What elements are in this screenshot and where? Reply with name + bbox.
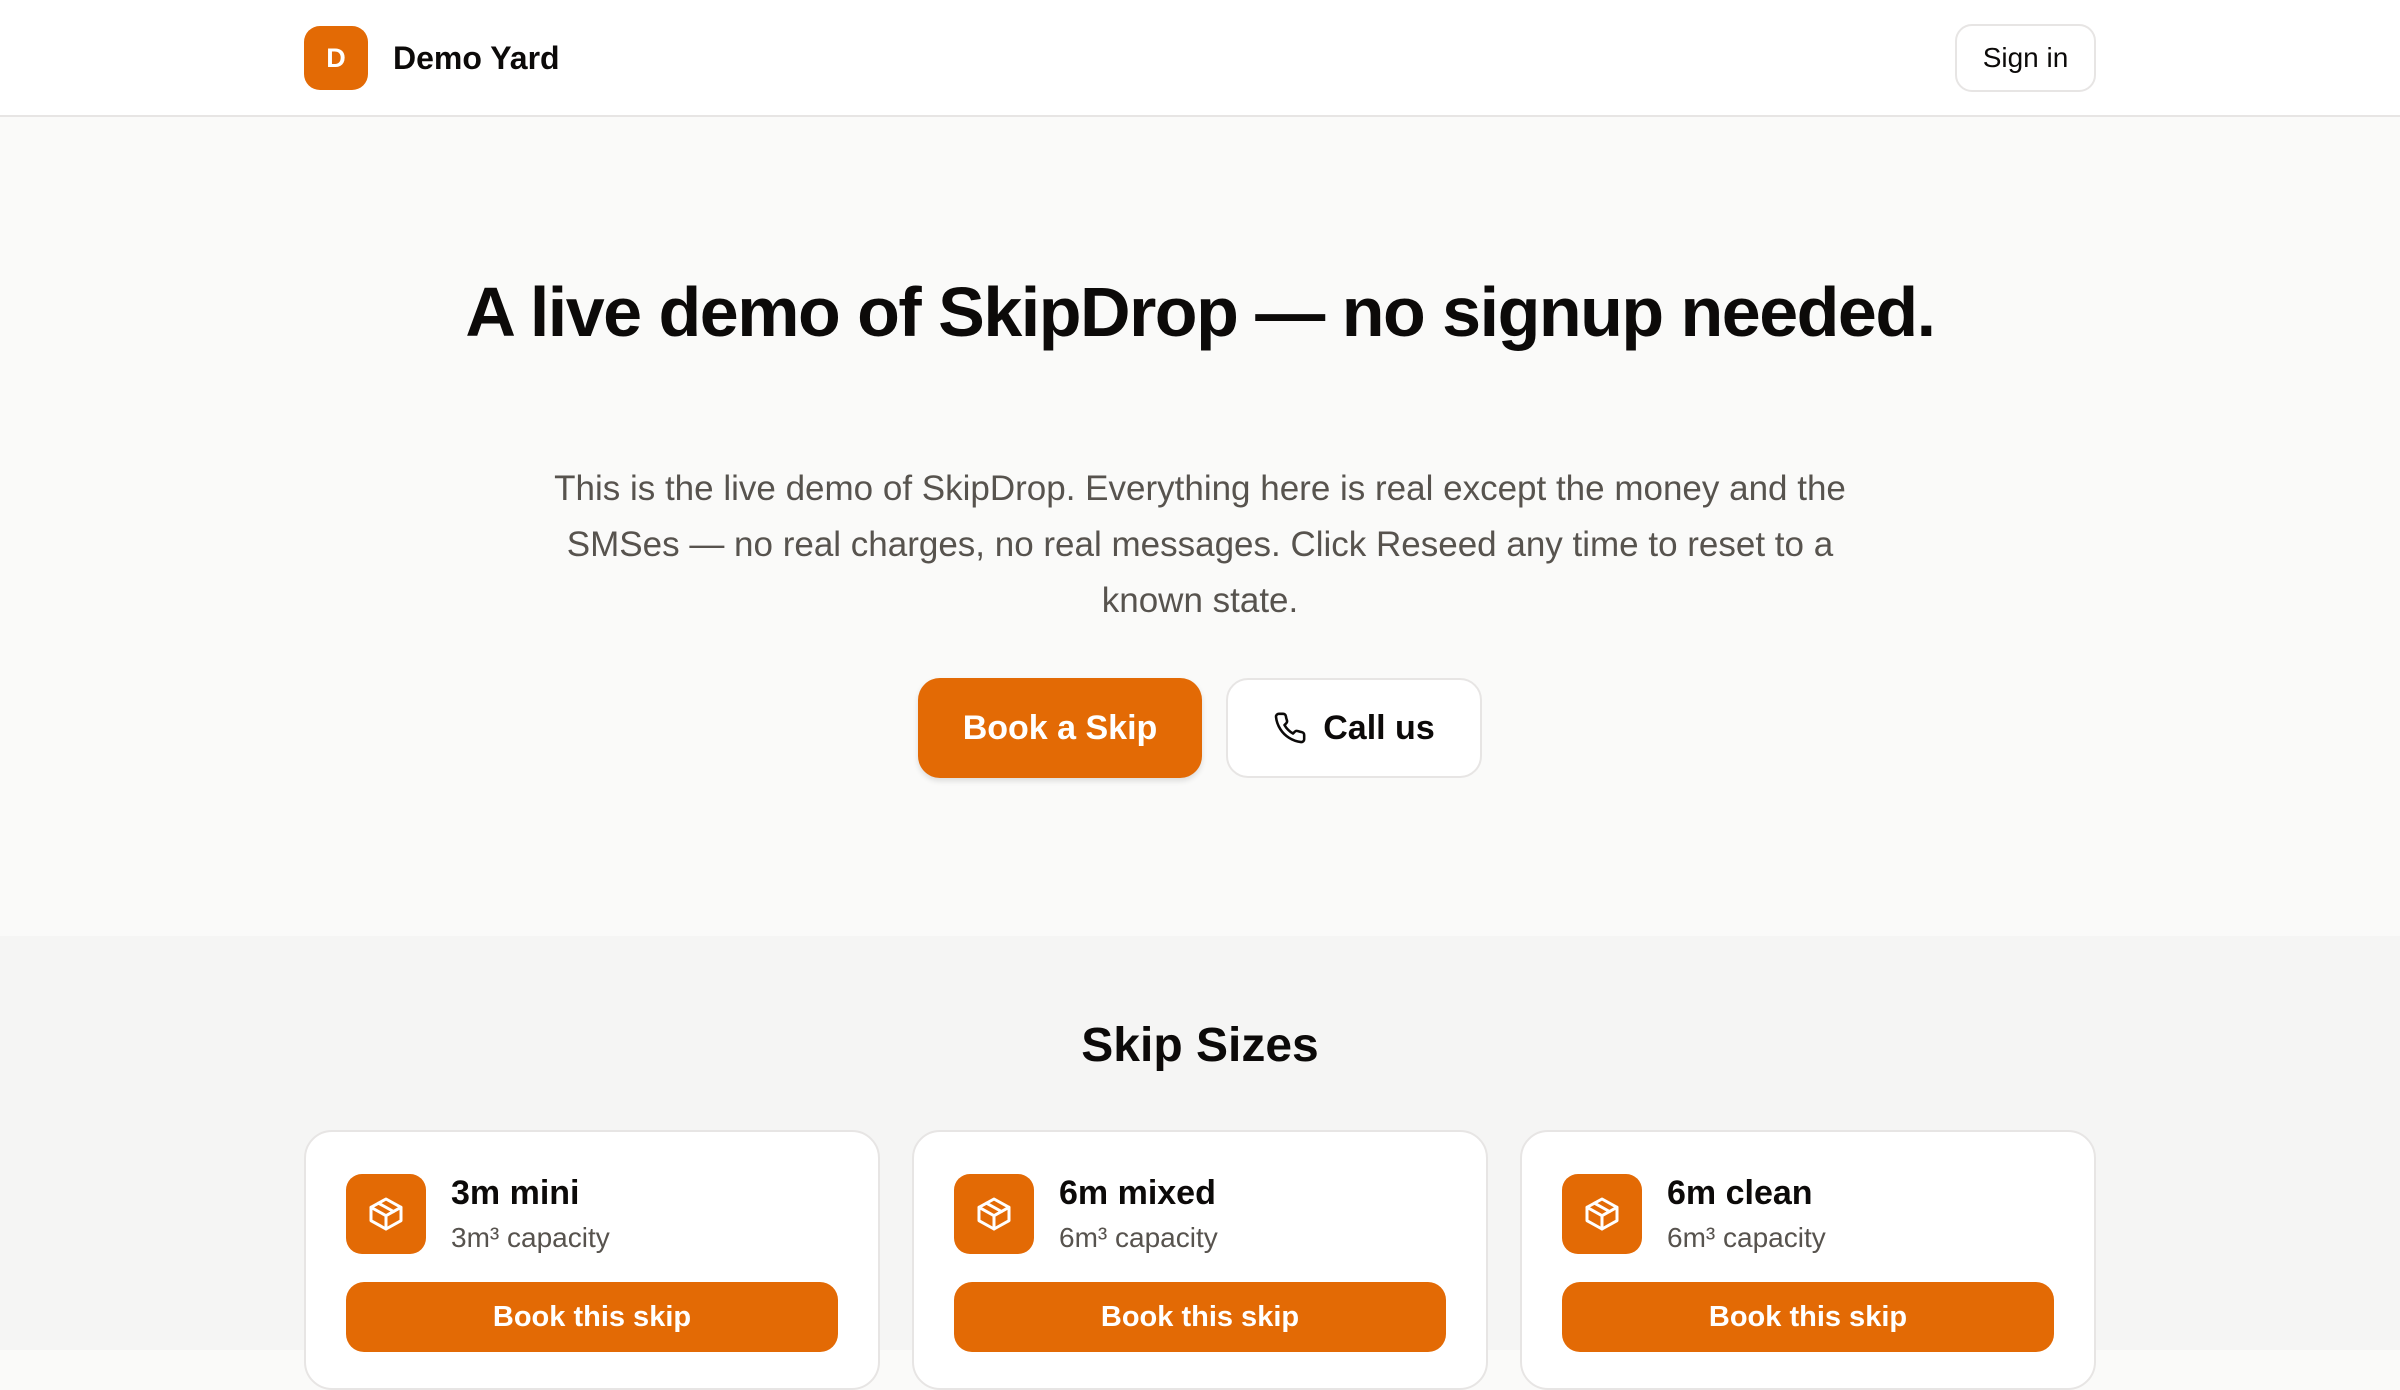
skip-name: 6m mixed — [1059, 1174, 1216, 1212]
book-this-skip-button[interactable]: Book this skip — [1562, 1282, 2054, 1352]
hero-subtitle: This is the live demo of SkipDrop. Every… — [554, 469, 1846, 620]
box-icon — [1562, 1174, 1642, 1254]
skip-sizes-section: Skip Sizes 3m mini 3m³ capacity Book thi… — [0, 936, 2400, 1390]
skip-card-6m-clean: 6m clean 6m³ capacity Book this skip — [1520, 1130, 2096, 1390]
call-us-button[interactable]: Call us — [1226, 678, 1482, 778]
section-title: Skip Sizes — [1081, 1019, 1319, 1072]
skip-capacity: 6m³ capacity — [1059, 1222, 1218, 1253]
skip-card-6m-mixed: 6m mixed 6m³ capacity Book this skip — [912, 1130, 1488, 1390]
call-us-label: Call us — [1323, 708, 1435, 747]
brand-name: Demo Yard — [393, 39, 560, 76]
box-icon — [346, 1174, 426, 1254]
phone-icon — [1273, 711, 1307, 745]
skip-capacity: 3m³ capacity — [451, 1222, 610, 1253]
box-icon — [954, 1174, 1034, 1254]
site-header: D Demo Yard Sign in — [0, 0, 2400, 117]
skip-card-3m-mini: 3m mini 3m³ capacity Book this skip — [304, 1130, 880, 1390]
hero-title: A live demo of SkipDrop — no signup need… — [465, 273, 1936, 351]
sign-in-button[interactable]: Sign in — [1955, 24, 2096, 92]
book-this-skip-button[interactable]: Book this skip — [346, 1282, 838, 1352]
brand[interactable]: D Demo Yard — [304, 26, 560, 90]
book-a-skip-button[interactable]: Book a Skip — [918, 678, 1202, 778]
skip-name: 3m mini — [451, 1174, 580, 1212]
brand-logo: D — [304, 26, 368, 90]
book-this-skip-button[interactable]: Book this skip — [954, 1282, 1446, 1352]
skip-capacity: 6m³ capacity — [1667, 1222, 1826, 1253]
skip-name: 6m clean — [1667, 1174, 1813, 1212]
